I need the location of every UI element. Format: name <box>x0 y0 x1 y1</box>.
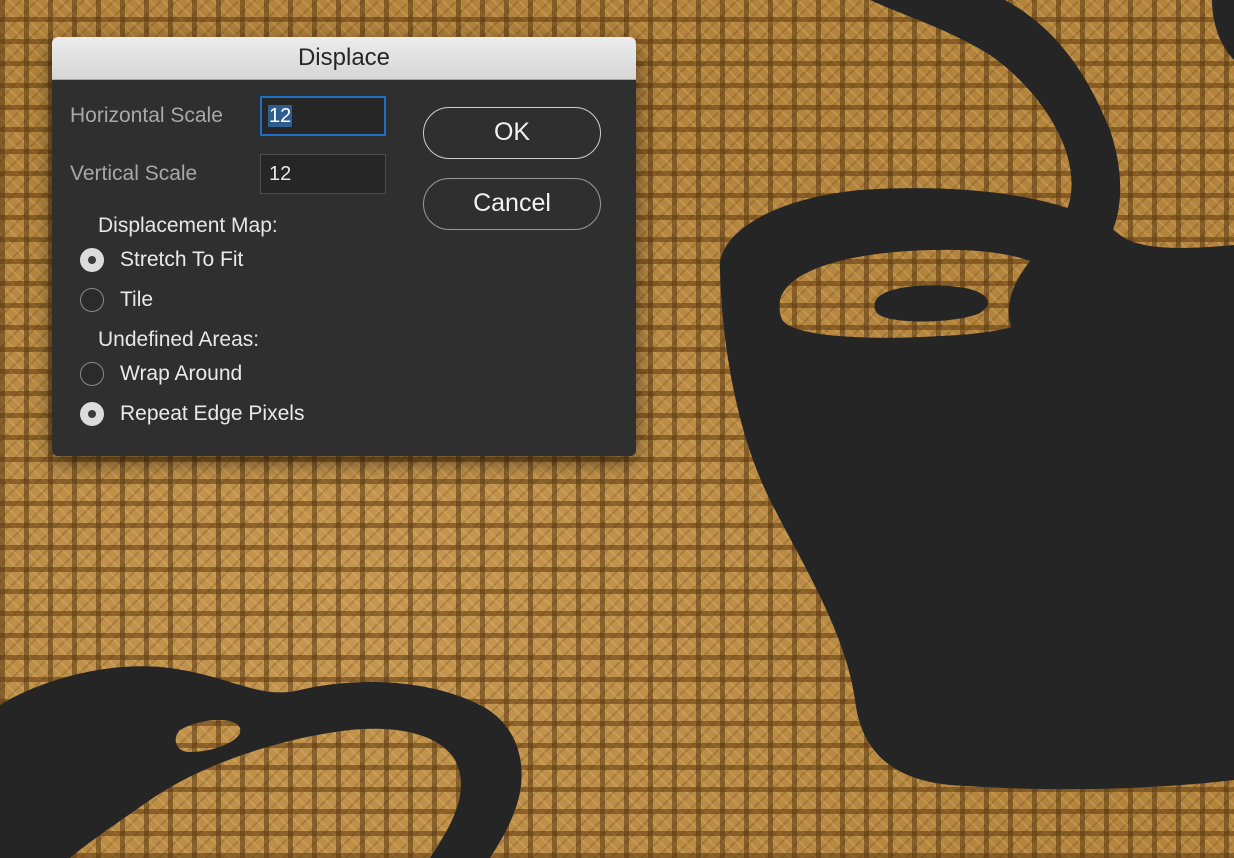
radio-label: Repeat Edge Pixels <box>120 402 305 425</box>
displacement-map-heading: Displacement Map: <box>98 214 278 237</box>
cancel-button[interactable]: Cancel <box>423 178 601 230</box>
horizontal-scale-label: Horizontal Scale <box>70 104 223 127</box>
displace-dialog: Displace Horizontal Scale 12 Vertical Sc… <box>52 37 636 456</box>
undefined-areas-heading: Undefined Areas: <box>98 328 260 351</box>
cup-body <box>719 188 1234 790</box>
cup-swirl-inner <box>874 285 988 322</box>
radio-stretch-to-fit[interactable]: Stretch To Fit <box>80 245 243 275</box>
radio-label: Stretch To Fit <box>120 248 244 271</box>
vertical-scale-input[interactable]: 12 <box>260 154 386 194</box>
ok-button[interactable]: OK <box>423 107 601 159</box>
radio-wrap-around[interactable]: Wrap Around <box>80 359 242 389</box>
radio-label: Wrap Around <box>120 362 243 385</box>
radio-repeat-edge-pixels[interactable]: Repeat Edge Pixels <box>80 399 304 429</box>
dialog-title: Displace <box>52 37 636 80</box>
radio-button-selected[interactable] <box>80 402 104 426</box>
bottom-swirl <box>0 666 522 858</box>
horizontal-scale-input[interactable]: 12 <box>260 96 386 136</box>
radio-label: Tile <box>120 288 154 311</box>
radio-button-selected[interactable] <box>80 248 104 272</box>
steam-sliver <box>1212 0 1234 60</box>
radio-tile[interactable]: Tile <box>80 285 153 315</box>
horizontal-scale-value: 12 <box>268 105 293 127</box>
radio-button[interactable] <box>80 288 104 312</box>
vertical-scale-label: Vertical Scale <box>70 162 198 185</box>
radio-button[interactable] <box>80 362 104 386</box>
vertical-scale-value: 12 <box>269 163 292 185</box>
